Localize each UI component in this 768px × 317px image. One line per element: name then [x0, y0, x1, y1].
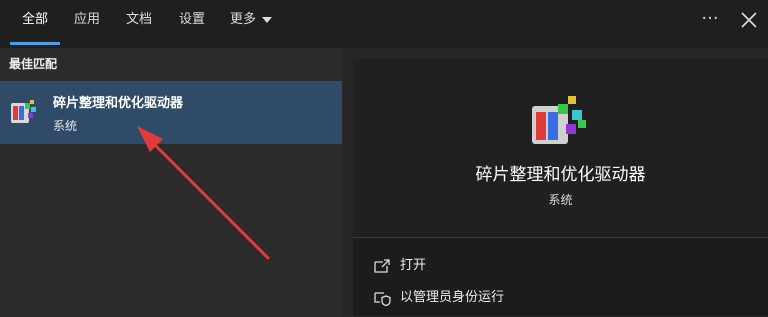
run-as-admin-action[interactable]: 以管理员身份运行 [372, 285, 504, 311]
tab-all-label: 全部 [22, 12, 49, 27]
defrag-app-icon [9, 97, 39, 127]
tab-more-label: 更多 [230, 12, 257, 27]
best-match-heading: 最佳匹配 [9, 57, 58, 71]
open-action-label: 打开 [400, 258, 427, 273]
open-icon [372, 257, 392, 275]
tab-settings-label: 设置 [179, 12, 206, 27]
defrag-app-icon [528, 92, 592, 148]
detail-app-category: 系统 [548, 193, 573, 207]
active-tab-indicator [10, 42, 60, 45]
close-icon[interactable] [737, 8, 761, 32]
result-name: 碎片整理和优化驱动器 [53, 96, 184, 111]
run-as-admin-label: 以管理员身份运行 [400, 290, 505, 305]
best-match-result[interactable] [0, 81, 342, 144]
tab-documents-label: 文档 [126, 12, 153, 27]
tab-apps-label: 应用 [74, 12, 101, 27]
detail-app-name: 碎片整理和优化驱动器 [475, 165, 646, 185]
tab-all[interactable]: 全部 [12, 0, 58, 46]
result-category: 系统 [53, 119, 78, 133]
open-action[interactable]: 打开 [372, 253, 426, 279]
chevron-down-icon [262, 16, 273, 23]
tab-apps[interactable]: 应用 [64, 0, 110, 46]
ellipsis-icon[interactable]: ··· [698, 10, 722, 34]
tab-more[interactable]: 更多 [220, 0, 282, 46]
tab-documents[interactable]: 文档 [116, 0, 162, 46]
tab-settings[interactable]: 设置 [169, 0, 215, 46]
shield-run-icon [372, 289, 392, 307]
